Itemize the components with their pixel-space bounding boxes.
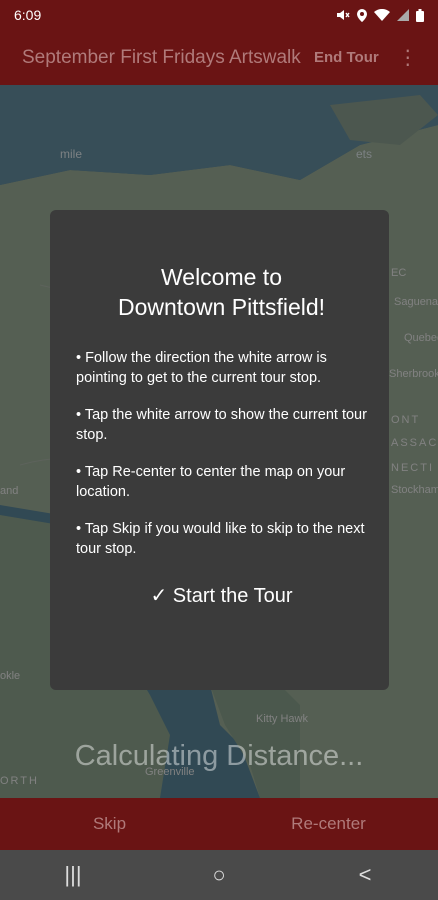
mute-icon [337, 10, 350, 20]
location-icon [357, 8, 367, 22]
instructions-list: • Follow the direction the white arrow i… [76, 348, 367, 559]
status-icons [336, 8, 424, 22]
start-tour-button[interactable]: ✓ Start the Tour [76, 583, 367, 608]
calculating-distance-text: Calculating Distance... [74, 740, 364, 772]
recents-icon[interactable]: ||| [43, 862, 103, 888]
battery-icon [416, 8, 424, 22]
recenter-button[interactable]: Re-center [219, 798, 438, 850]
wifi-icon [374, 9, 390, 21]
tour-title: September First Fridays Artswalk [22, 46, 301, 68]
signal-icon [397, 9, 409, 21]
status-bar: 6:09 [0, 0, 438, 30]
home-icon[interactable]: ○ [189, 862, 249, 888]
instruction-item: • Tap the white arrow to show the curren… [76, 407, 367, 443]
more-vert-icon[interactable]: ⋮ [393, 48, 423, 68]
instruction-item: • Tap Skip if you would like to skip to … [76, 521, 365, 557]
app-bar: September First Fridays Artswalk End Tou… [0, 30, 438, 85]
instruction-item: • Follow the direction the white arrow i… [76, 350, 327, 386]
dialog-title-line2: Downtown Pittsfield! [117, 294, 326, 320]
system-nav-bar: ||| ○ < [0, 850, 438, 900]
instruction-item: • Tap Re-center to center the map on you… [76, 464, 346, 500]
back-icon[interactable]: < [335, 862, 395, 888]
bottom-action-bar: Skip Re-center [0, 798, 438, 850]
status-time: 6:09 [14, 7, 42, 23]
dialog-title-line1: Welcome to [160, 264, 282, 290]
welcome-dialog: Welcome to Downtown Pittsfield! • Follow… [50, 210, 389, 690]
end-tour-button[interactable]: End Tour [314, 49, 379, 66]
skip-button[interactable]: Skip [0, 798, 219, 850]
dialog-title: Welcome to Downtown Pittsfield! [76, 262, 367, 322]
